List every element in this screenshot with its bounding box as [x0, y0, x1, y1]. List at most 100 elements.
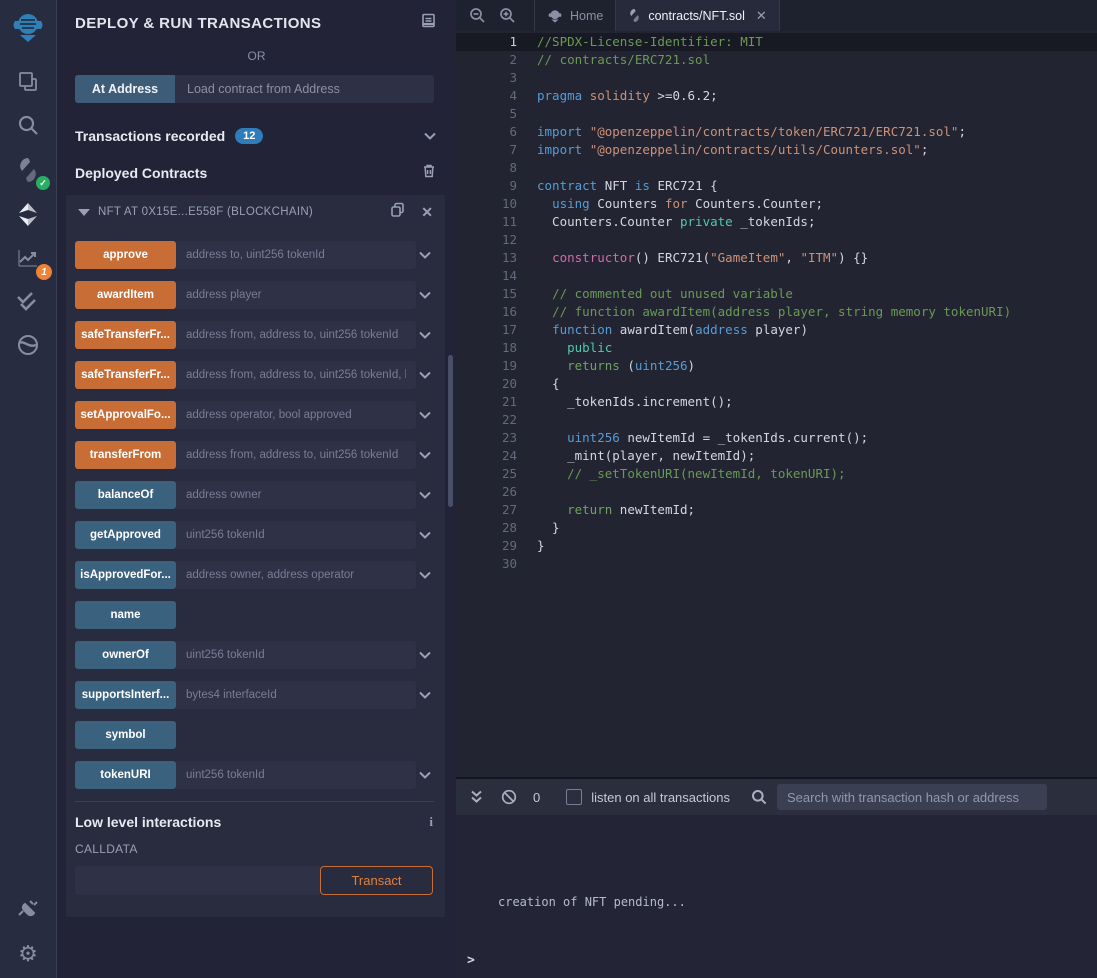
function-button[interactable]: tokenURI — [75, 761, 176, 789]
code-line-11[interactable]: 11 Counters.Counter private _tokenIds; — [456, 213, 1097, 231]
code-line-1[interactable]: 1//SPDX-License-Identifier: MIT — [456, 33, 1097, 51]
function-button[interactable]: setApprovalFo... — [75, 401, 176, 429]
code-line-23[interactable]: 23 uint256 newItemId = _tokenIds.current… — [456, 429, 1097, 447]
deploy-run-icon[interactable] — [0, 196, 56, 232]
code-line-29[interactable]: 29} — [456, 537, 1097, 555]
copy-icon[interactable] — [390, 202, 405, 223]
expand-function-chevron-icon[interactable] — [416, 411, 434, 419]
function-args-input[interactable] — [176, 561, 416, 589]
expand-function-chevron-icon[interactable] — [416, 331, 434, 339]
expand-function-chevron-icon[interactable] — [416, 771, 434, 779]
expand-function-chevron-icon[interactable] — [416, 371, 434, 379]
expand-function-chevron-icon[interactable] — [416, 691, 434, 699]
function-button[interactable]: symbol — [75, 721, 176, 749]
function-args-input[interactable] — [176, 681, 416, 709]
clear-console-icon[interactable] — [501, 789, 517, 805]
function-args-input[interactable] — [176, 241, 416, 269]
code-line-6[interactable]: 6import "@openzeppelin/contracts/token/E… — [456, 123, 1097, 141]
solidity-compiler-icon[interactable]: ✓ — [0, 152, 56, 188]
code-line-21[interactable]: 21 _tokenIds.increment(); — [456, 393, 1097, 411]
code-line-10[interactable]: 10 using Counters for Counters.Counter; — [456, 195, 1097, 213]
trash-icon[interactable] — [422, 163, 436, 183]
calldata-input[interactable] — [75, 866, 320, 895]
code-line-9[interactable]: 9contract NFT is ERC721 { — [456, 177, 1097, 195]
function-args-input[interactable] — [176, 401, 416, 429]
tab-home[interactable]: Home — [534, 0, 616, 31]
chevron-down-icon[interactable] — [424, 127, 436, 145]
code-line-27[interactable]: 27 return newItemId; — [456, 501, 1097, 519]
plugin-circle-icon[interactable] — [0, 327, 56, 363]
plugin-manager-icon[interactable] — [0, 891, 56, 927]
function-button[interactable]: awardItem — [75, 281, 176, 309]
code-line-16[interactable]: 16 // function awardItem(address player,… — [456, 303, 1097, 321]
function-args-input[interactable] — [176, 281, 416, 309]
function-button[interactable]: ownerOf — [75, 641, 176, 669]
file-explorer-icon[interactable] — [0, 64, 56, 100]
analytics-icon[interactable]: 1 — [0, 240, 56, 276]
function-args-input[interactable] — [176, 641, 416, 669]
zoom-out-icon[interactable] — [462, 0, 492, 31]
function-button[interactable]: approve — [75, 241, 176, 269]
close-icon[interactable]: ✕ — [421, 204, 433, 221]
unit-testing-icon[interactable] — [0, 282, 56, 318]
function-button[interactable]: transferFrom — [75, 441, 176, 469]
expand-function-chevron-icon[interactable] — [416, 451, 434, 459]
code-line-4[interactable]: 4pragma solidity >=0.6.2; — [456, 87, 1097, 105]
zoom-in-icon[interactable] — [492, 0, 522, 31]
code-line-7[interactable]: 7import "@openzeppelin/contracts/utils/C… — [456, 141, 1097, 159]
code-line-2[interactable]: 2// contracts/ERC721.sol — [456, 51, 1097, 69]
code-line-3[interactable]: 3 — [456, 69, 1097, 87]
at-address-button[interactable]: At Address — [75, 75, 175, 103]
code-line-19[interactable]: 19 returns (uint256) — [456, 357, 1097, 375]
expand-function-chevron-icon[interactable] — [416, 251, 434, 259]
side-panel-scrollbar[interactable] — [448, 0, 453, 978]
code-line-15[interactable]: 15 // commented out unused variable — [456, 285, 1097, 303]
code-line-14[interactable]: 14 — [456, 267, 1097, 285]
code-line-30[interactable]: 30 — [456, 555, 1097, 573]
function-args-input[interactable] — [176, 361, 416, 389]
code-line-12[interactable]: 12 — [456, 231, 1097, 249]
at-address-input[interactable] — [175, 75, 434, 103]
expand-function-chevron-icon[interactable] — [416, 651, 434, 659]
settings-gear-icon[interactable]: ⚙ — [0, 936, 56, 972]
instance-collapse-chevron-icon[interactable] — [78, 203, 90, 221]
function-button[interactable]: balanceOf — [75, 481, 176, 509]
tab-close-icon[interactable]: ✕ — [756, 8, 767, 24]
code-line-22[interactable]: 22 — [456, 411, 1097, 429]
search-icon[interactable] — [0, 107, 56, 143]
code-line-20[interactable]: 20 { — [456, 375, 1097, 393]
transact-button[interactable]: Transact — [320, 866, 433, 895]
scrollbar-thumb[interactable] — [448, 355, 453, 507]
expand-function-chevron-icon[interactable] — [416, 491, 434, 499]
code-line-28[interactable]: 28 } — [456, 519, 1097, 537]
code-line-25[interactable]: 25 // _setTokenURI(newItemId, tokenURI); — [456, 465, 1097, 483]
tab-nft-sol[interactable]: contracts/NFT.sol ✕ — [616, 0, 779, 31]
code-line-18[interactable]: 18 public — [456, 339, 1097, 357]
function-button[interactable]: supportsInterf... — [75, 681, 176, 709]
terminal-output[interactable]: creation of NFT pending... > — [456, 815, 1097, 978]
function-button[interactable]: isApprovedFor... — [75, 561, 176, 589]
terminal-search-input[interactable] — [777, 784, 1047, 810]
function-args-input[interactable] — [176, 441, 416, 469]
expand-function-chevron-icon[interactable] — [416, 571, 434, 579]
code-line-8[interactable]: 8 — [456, 159, 1097, 177]
book-icon[interactable] — [421, 13, 436, 33]
function-args-input[interactable] — [176, 481, 416, 509]
code-line-13[interactable]: 13 constructor() ERC721("GameItem", "ITM… — [456, 249, 1097, 267]
function-button[interactable]: safeTransferFr... — [75, 361, 176, 389]
code-line-26[interactable]: 26 — [456, 483, 1097, 501]
function-args-input[interactable] — [176, 521, 416, 549]
expand-function-chevron-icon[interactable] — [416, 291, 434, 299]
function-button[interactable]: getApproved — [75, 521, 176, 549]
expand-function-chevron-icon[interactable] — [416, 531, 434, 539]
code-editor[interactable]: 1//SPDX-License-Identifier: MIT2// contr… — [456, 31, 1097, 777]
function-args-input[interactable] — [176, 321, 416, 349]
info-icon[interactable]: i — [429, 814, 433, 830]
function-args-input[interactable] — [176, 761, 416, 789]
code-line-17[interactable]: 17 function awardItem(address player) — [456, 321, 1097, 339]
function-button[interactable]: name — [75, 601, 176, 629]
listen-transactions-checkbox[interactable] — [566, 789, 582, 805]
code-line-24[interactable]: 24 _mint(player, newItemId); — [456, 447, 1097, 465]
function-button[interactable]: safeTransferFr... — [75, 321, 176, 349]
expand-terminal-icon[interactable] — [470, 790, 483, 804]
